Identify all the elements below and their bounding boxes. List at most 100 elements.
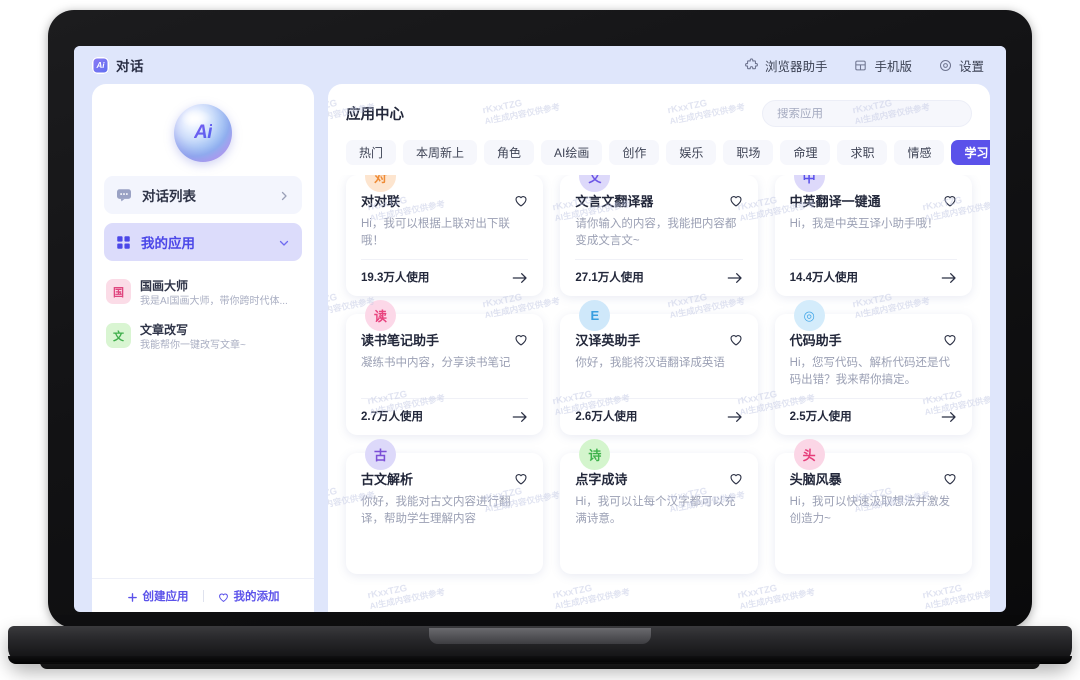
app-card-usage-count: 14.4万人使用 <box>789 272 859 284</box>
create-app-button[interactable]: 创建应用 <box>113 588 203 604</box>
app-card-usage-count: 27.1万人使用 <box>575 272 644 284</box>
app-card-header: 对对联 <box>361 191 528 210</box>
heart-icon[interactable] <box>514 333 528 347</box>
brand-label: 对话 <box>116 59 144 74</box>
list-item-name: 国画大师 <box>140 279 189 293</box>
arrow-right-icon[interactable] <box>512 410 528 422</box>
mobile-icon <box>853 58 868 73</box>
app-body: Ai 对话列表 我的应用 国 国画大师 我是AI国画大师，带你跨时代体... 文… <box>74 84 1006 612</box>
app-card-description: Hi，我可以让每个汉字都可以充满诗意。 <box>575 496 736 525</box>
app-card-title: 代码助手 <box>789 333 842 348</box>
search-box[interactable] <box>762 100 972 127</box>
laptop-trackpad-notch <box>429 628 651 644</box>
app-card-badge-icon: 读 <box>365 300 396 331</box>
my-favorites-button[interactable]: 我的添加 <box>204 588 294 604</box>
arrow-right-icon[interactable] <box>727 410 743 422</box>
puzzle-icon <box>744 57 759 73</box>
tab-1[interactable]: 热门 <box>346 140 397 165</box>
my-favorites-label: 我的添加 <box>233 590 280 603</box>
sidebar-footer: 创建应用 我的添加 <box>92 578 314 612</box>
browser-assistant-label: 浏览器助手 <box>764 59 828 74</box>
app-card-footer: 14.4万人使用 <box>789 259 957 285</box>
heart-icon[interactable] <box>943 333 957 347</box>
app-card-footer: 27.1万人使用 <box>575 259 743 285</box>
mobile-version-button[interactable]: 手机版 <box>853 56 912 75</box>
app-card[interactable]: 头头脑风暴 Hi，我可以快速汲取想法并激发创造力~ <box>774 439 972 574</box>
sidebar-my-apps-list: 国 国画大师 我是AI国画大师，带你跨时代体... 文 文章改写 我能帮你一键改… <box>92 270 314 362</box>
app-card[interactable]: 古古文解析 你好，我能对古文内容进行翻译，帮助学生理解内容 <box>346 439 544 574</box>
app-card-usage-count: 2.5万人使用 <box>789 411 852 423</box>
heart-icon[interactable] <box>729 472 743 486</box>
app-card[interactable]: 对对对联 Hi，我可以根据上联对出下联哦！ 19.3万人使用 <box>346 175 544 296</box>
app-card-description: Hi，我可以根据上联对出下联哦！ <box>361 218 510 247</box>
settings-button[interactable]: 设置 <box>938 56 984 75</box>
heart-icon <box>218 590 229 602</box>
ai-orb-label: Ai <box>194 122 213 143</box>
app-card-footer: 19.3万人使用 <box>361 259 529 285</box>
brand: Ai 对话 <box>92 55 144 75</box>
tab-8[interactable]: 命理 <box>780 140 831 165</box>
app-card-footer: 2.6万人使用 <box>575 398 743 424</box>
tab-3[interactable]: 角色 <box>484 140 535 165</box>
list-item[interactable]: 国 国画大师 我是AI国画大师，带你跨时代体... <box>104 274 302 318</box>
laptop-screen: Ai 对话 浏览器助手 手机版 设置 Ai 对话列表 我的应用 国 国画大师 我… <box>74 46 1006 612</box>
app-card[interactable]: 文文言文翻译器 请你输入的内容，我能把内容都变成文言文~ 27.1万人使用 <box>560 175 758 296</box>
app-card[interactable]: 中中英翻译一键通 Hi，我是中英互译小助手哦！ 14.4万人使用 <box>774 175 972 296</box>
heart-icon[interactable] <box>514 194 528 208</box>
browser-assistant-button[interactable]: 浏览器助手 <box>744 56 828 75</box>
arrow-right-icon[interactable] <box>727 271 743 283</box>
heart-icon[interactable] <box>729 333 743 347</box>
app-card-badge-icon: 古 <box>365 439 396 470</box>
app-card[interactable]: 诗点字成诗 Hi，我可以让每个汉字都可以充满诗意。 <box>560 439 758 574</box>
app-card[interactable]: E 汉译英助手 你好，我能将汉语翻译成英语 2.6万人使用 <box>560 300 758 435</box>
laptop-lid: Ai 对话 浏览器助手 手机版 设置 Ai 对话列表 我的应用 国 国画大师 我… <box>48 10 1032 628</box>
list-item-desc: 我是AI国画大师，带你跨时代体... <box>140 296 288 307</box>
app-card-badge-icon: 对 <box>365 175 396 192</box>
app-card-usage-count: 19.3万人使用 <box>361 272 430 284</box>
search-input[interactable] <box>777 107 957 120</box>
heart-icon[interactable] <box>943 194 957 208</box>
arrow-right-icon[interactable] <box>941 410 957 422</box>
list-item[interactable]: 文 文章改写 我能帮你一键改写文章~ <box>104 318 302 362</box>
app-card-grid: 对对对联 Hi，我可以根据上联对出下联哦！ 19.3万人使用 文文言文翻译器 请你输入的… <box>328 175 990 612</box>
app-card-badge-icon: 诗 <box>579 439 611 470</box>
gear-icon <box>938 58 953 73</box>
heart-icon[interactable] <box>514 472 528 486</box>
app-card-title: 头脑风暴 <box>789 472 842 487</box>
app-card-description: Hi，我是中英互译小助手哦！ <box>789 218 939 230</box>
arrow-right-icon[interactable] <box>941 271 957 283</box>
main-panel: 应用中心 热门本周新上角色AI绘画创作娱乐职场命理求职情感学习 对对对联 Hi，我… <box>328 84 990 612</box>
tab-2[interactable]: 本周新上 <box>403 140 478 165</box>
top-bar: Ai 对话 浏览器助手 手机版 设置 <box>74 46 1006 84</box>
app-card-header: 读书笔记助手 <box>361 330 528 349</box>
chat-icon <box>116 188 132 202</box>
app-card-usage-count: 2.7万人使用 <box>361 411 423 423</box>
top-bar-actions: 浏览器助手 手机版 设置 <box>744 56 984 75</box>
app-card-title: 文言文翻译器 <box>575 194 654 209</box>
list-item-desc: 我能帮你一键改写文章~ <box>140 340 246 351</box>
screenshot-stage: Ai 对话 浏览器助手 手机版 设置 Ai 对话列表 我的应用 国 国画大师 我… <box>0 0 1080 680</box>
app-card[interactable]: ◎ 代码助手 Hi，您写代码、解析代码还是代码出错？我来帮你搞定。 2.5万人使用 <box>774 300 972 435</box>
tab-5[interactable]: 创作 <box>609 140 660 165</box>
heart-icon[interactable] <box>729 194 743 208</box>
tab-4[interactable]: AI绘画 <box>541 140 603 165</box>
sidebar-item-chat-list[interactable]: 对话列表 <box>104 176 302 214</box>
app-card-badge-icon: ◎ <box>793 300 825 331</box>
sidebar-item-my-apps[interactable]: 我的应用 <box>104 223 302 261</box>
app-card-description: Hi，您写代码、解析代码还是代码出错？我来帮你搞定。 <box>789 357 951 386</box>
app-window: Ai 对话 浏览器助手 手机版 设置 Ai 对话列表 我的应用 国 国画大师 我… <box>74 46 1006 612</box>
app-card-title: 汉译英助手 <box>575 333 641 348</box>
app-card-header: 点字成诗 <box>575 469 742 488</box>
app-card-header: 汉译英助手 <box>575 330 742 349</box>
app-card-description: 凝练书中内容，分享读书笔记 <box>361 357 511 369</box>
tab-6[interactable]: 娱乐 <box>666 140 717 165</box>
app-card[interactable]: 读读书笔记助手凝练书中内容，分享读书笔记 2.7万人使用 <box>346 300 544 435</box>
tab-10[interactable]: 情感 <box>894 140 945 165</box>
arrow-right-icon[interactable] <box>512 271 528 283</box>
tab-11[interactable]: 学习 <box>951 140 990 165</box>
tab-7[interactable]: 职场 <box>723 140 774 165</box>
chevron-down-icon <box>278 236 290 248</box>
tab-9[interactable]: 求职 <box>837 140 888 165</box>
app-card-badge-icon: 文 <box>579 175 611 192</box>
heart-icon[interactable] <box>943 472 957 486</box>
